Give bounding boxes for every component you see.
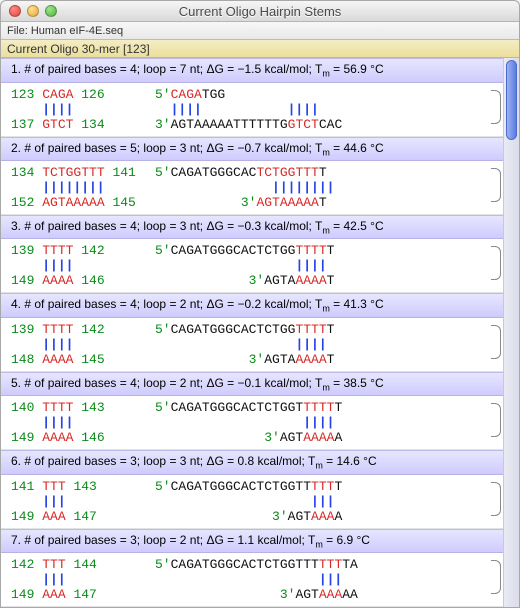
- loop-bracket-icon: [491, 482, 501, 516]
- hairpin-block[interactable]: 1. # of paired bases = 4; loop = 7 nt; Δ…: [1, 58, 503, 136]
- hairpin-detail: 139 TTTT 142 ||||149 AAAA 1465'CAGATGGGC…: [1, 239, 503, 293]
- loop-bracket-icon: [491, 560, 501, 594]
- hairpin-detail: 134 TCTGGTTT 141 ||||||||152 AGTAAAAA 14…: [1, 161, 503, 215]
- file-label: File: Human eIF-4E.seq: [7, 25, 123, 37]
- hairpin-block[interactable]: 5. # of paired bases = 4; loop = 2 nt; Δ…: [1, 372, 503, 450]
- loop-bracket-icon: [491, 168, 501, 202]
- hairpin-diagram: 5'CAGATGGGCACTCTGGTTTTTT ||| 3'AGTAAAAA: [149, 475, 503, 528]
- hairpin-block[interactable]: 4. # of paired bases = 4; loop = 2 nt; Δ…: [1, 293, 503, 371]
- titlebar[interactable]: Current Oligo Hairpin Stems: [1, 1, 519, 22]
- hairpin-summary: 3. # of paired bases = 4; loop = 3 nt; Δ…: [1, 215, 503, 239]
- hairpin-detail: 142 TTT 144 |||149 AAA 1475'CAGATGGGCACT…: [1, 553, 503, 607]
- window-title: Current Oligo Hairpin Stems: [1, 4, 519, 19]
- hairpin-summary: 6. # of paired bases = 3; loop = 3 nt; Δ…: [1, 450, 503, 474]
- hairpin-summary: 1. # of paired bases = 4; loop = 7 nt; Δ…: [1, 58, 503, 82]
- scrollbar[interactable]: [503, 58, 519, 607]
- hairpin-diagram: 5'CAGATGGGCACTCTGGTTTTT |||| 3'AGTAAAAAT: [149, 318, 503, 371]
- hairpin-diagram: 5'CAGATGGGCACTCTGGTTTT |||||||| 3'AGTAAA…: [149, 161, 503, 214]
- oligo-bar: Current Oligo 30-mer [123]: [1, 40, 519, 58]
- hairpin-block[interactable]: 6. # of paired bases = 3; loop = 3 nt; Δ…: [1, 450, 503, 528]
- hairpin-block[interactable]: 2. # of paired bases = 5; loop = 3 nt; Δ…: [1, 137, 503, 215]
- hairpin-detail: 123 CAGA 126 ||||137 GTCT 1345'CAGATGG |…: [1, 83, 503, 137]
- stem-positions: 134 TCTGGTTT 141 ||||||||152 AGTAAAAA 14…: [1, 161, 149, 214]
- hairpin-diagram: 5'CAGATGGGCACTCTGGTTTTTTTA ||| 3'AGTAAAA…: [149, 553, 503, 606]
- content-area: 1. # of paired bases = 4; loop = 7 nt; Δ…: [1, 58, 519, 607]
- scrollbar-thumb[interactable]: [506, 60, 517, 140]
- hairpin-summary: 4. # of paired bases = 4; loop = 2 nt; Δ…: [1, 293, 503, 317]
- hairpin-diagram: 5'CAGATGGGCACTCTGGTTTTTT |||| 3'AGTAAAAA: [149, 396, 503, 449]
- loop-bracket-icon: [491, 90, 501, 124]
- loop-bracket-icon: [491, 325, 501, 359]
- oligo-label: Current Oligo 30-mer [123]: [7, 42, 150, 56]
- hairpin-detail: 141 TTT 143 |||149 AAA 1475'CAGATGGGCACT…: [1, 475, 503, 529]
- hairpin-diagram: 5'CAGATGGGCACTCTGGTTTTT |||| 3'AGTAAAAAT…: [149, 239, 503, 292]
- stem-positions: 141 TTT 143 |||149 AAA 147: [1, 475, 149, 528]
- stem-positions: 123 CAGA 126 ||||137 GTCT 134: [1, 83, 149, 136]
- loop-bracket-icon: [491, 246, 501, 280]
- hairpin-block[interactable]: 7. # of paired bases = 3; loop = 2 nt; Δ…: [1, 529, 503, 607]
- result-list[interactable]: 1. # of paired bases = 4; loop = 7 nt; Δ…: [1, 58, 503, 607]
- hairpin-summary: 2. # of paired bases = 5; loop = 3 nt; Δ…: [1, 137, 503, 161]
- hairpin-diagram: 5'CAGATGG |||| ||||3'AGTAAAAATTTTTTGGTCT…: [149, 83, 503, 136]
- hairpin-summary: 7. # of paired bases = 3; loop = 2 nt; Δ…: [1, 529, 503, 553]
- stem-positions: 139 TTTT 142 ||||149 AAAA 146: [1, 239, 149, 292]
- hairpin-detail: 139 TTTT 142 ||||148 AAAA 1455'CAGATGGGC…: [1, 318, 503, 372]
- window: Current Oligo Hairpin Stems File: Human …: [0, 0, 520, 608]
- stem-positions: 140 TTTT 143 ||||149 AAAA 146: [1, 396, 149, 449]
- hairpin-block[interactable]: 3. # of paired bases = 4; loop = 3 nt; Δ…: [1, 215, 503, 293]
- stem-positions: 139 TTTT 142 ||||148 AAAA 145: [1, 318, 149, 371]
- file-bar: File: Human eIF-4E.seq: [1, 22, 519, 40]
- loop-bracket-icon: [491, 403, 501, 437]
- hairpin-summary: 5. # of paired bases = 4; loop = 2 nt; Δ…: [1, 372, 503, 396]
- hairpin-detail: 140 TTTT 143 ||||149 AAAA 1465'CAGATGGGC…: [1, 396, 503, 450]
- stem-positions: 142 TTT 144 |||149 AAA 147: [1, 553, 149, 606]
